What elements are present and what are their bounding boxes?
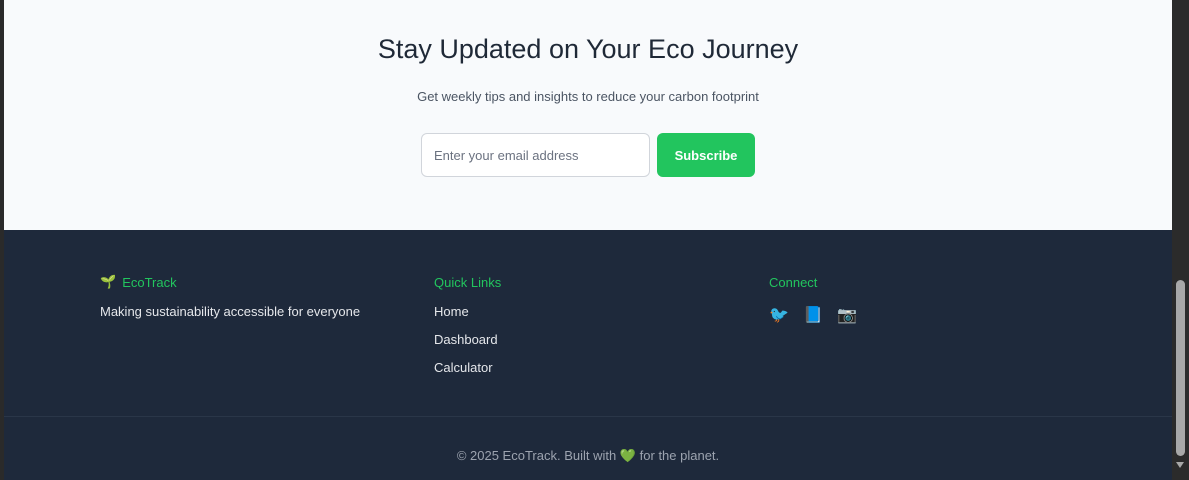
footer-link-calculator[interactable]: Calculator (434, 360, 493, 375)
scrollbar-thumb[interactable] (1176, 280, 1185, 456)
newsletter-subtitle: Get weekly tips and insights to reduce y… (417, 89, 759, 104)
copyright-prefix: © 2025 EcoTrack. Built with (456, 448, 617, 463)
footer-connect-column: Connect 🐦 📘 📷 (769, 274, 969, 326)
brand-tagline: Making sustainability accessible for eve… (100, 304, 361, 319)
browser-viewport: Stay Updated on Your Eco Journey Get wee… (0, 0, 1189, 480)
bird-icon[interactable]: 🐦 (769, 304, 789, 326)
footer-link-home[interactable]: Home (434, 304, 469, 319)
email-input[interactable] (421, 133, 650, 177)
list-item: Home (434, 303, 634, 331)
book-icon[interactable]: 📘 (803, 304, 823, 326)
list-item: Dashboard (434, 331, 634, 359)
footer-quick-links-column: Quick Links Home Dashboard Calculator (434, 274, 634, 387)
seedling-icon: 🌱 (100, 274, 117, 289)
social-links: 🐦 📘 📷 (769, 304, 969, 326)
footer-brand[interactable]: 🌱 EcoTrack (100, 274, 400, 290)
heart-icon: 💚 (619, 448, 637, 463)
footer-brand-column: 🌱 EcoTrack Making sustainability accessi… (100, 274, 400, 319)
camera-icon[interactable]: 📷 (837, 304, 857, 326)
brand-name: EcoTrack (122, 274, 177, 290)
site-footer: 🌱 EcoTrack Making sustainability accessi… (4, 230, 1172, 480)
footer-link-dashboard[interactable]: Dashboard (434, 332, 498, 347)
quick-links-list: Home Dashboard Calculator (434, 303, 634, 387)
quick-links-heading: Quick Links (434, 274, 502, 290)
copyright-text: © 2025 EcoTrack. Built with 💚 for the pl… (4, 448, 1172, 464)
list-item: Calculator (434, 359, 634, 387)
copyright-suffix: for the planet. (639, 448, 720, 463)
page-content: Stay Updated on Your Eco Journey Get wee… (4, 0, 1172, 480)
newsletter-title: Stay Updated on Your Eco Journey (377, 34, 799, 64)
footer-divider (4, 416, 1172, 417)
subscribe-button[interactable]: Subscribe (657, 133, 755, 177)
connect-heading: Connect (769, 274, 818, 290)
scroll-down-arrow-icon[interactable] (1176, 462, 1184, 468)
newsletter-section: Stay Updated on Your Eco Journey Get wee… (4, 0, 1172, 230)
vertical-scrollbar[interactable] (1172, 0, 1189, 480)
